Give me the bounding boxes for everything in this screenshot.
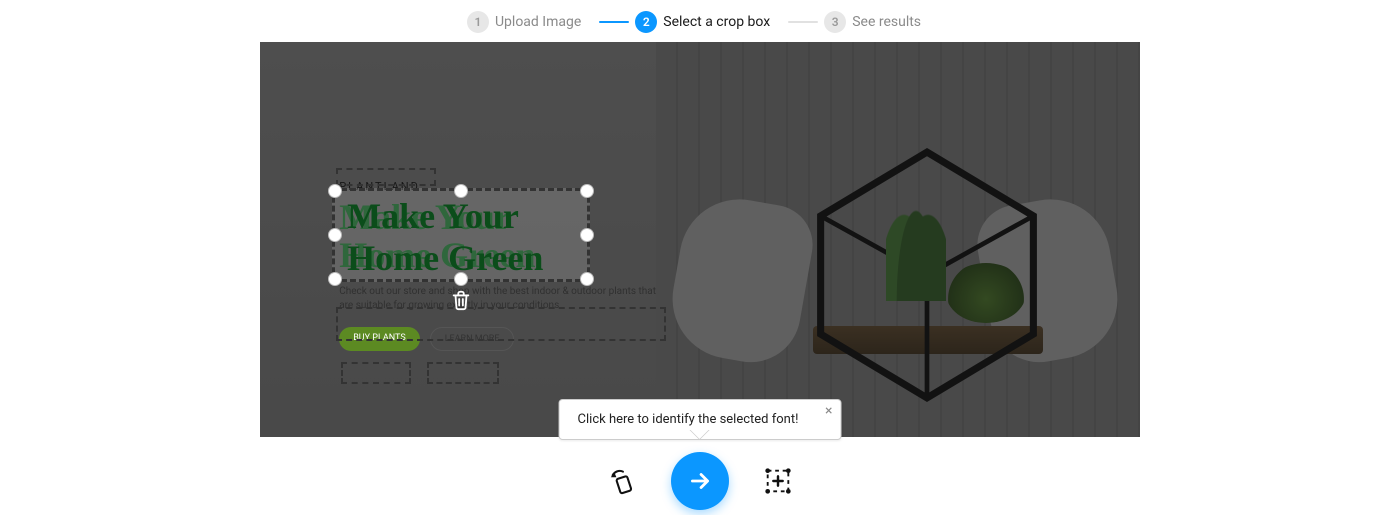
arrow-right-icon (687, 468, 713, 494)
crop-handle-w[interactable] (328, 228, 342, 242)
rotate-icon (607, 466, 637, 496)
text-detection-box[interactable] (336, 168, 436, 186)
tooltip-close-button[interactable]: × (825, 404, 832, 418)
action-bar (605, 452, 795, 510)
crop-text-line2: Home Green (347, 237, 543, 279)
step-2-label[interactable]: Select a crop box (663, 14, 770, 30)
tooltip-text: Click here to identify the selected font… (578, 412, 799, 427)
crop-canvas[interactable]: PLANTLAND Make Your Home Green Check out… (260, 42, 1140, 437)
text-detection-box[interactable] (427, 362, 499, 384)
trash-icon (450, 289, 472, 311)
add-selection-icon (763, 466, 793, 496)
stepper-connector (788, 21, 818, 23)
step-3-number: 3 (824, 11, 846, 33)
add-selection-button[interactable] (761, 464, 795, 498)
text-detection-box[interactable] (341, 362, 411, 384)
identify-font-button[interactable] (671, 452, 729, 510)
step-1-label[interactable]: Upload Image (495, 14, 581, 30)
stepper-connector (599, 21, 629, 23)
delete-selection-button[interactable] (448, 287, 474, 313)
crop-handle-nw[interactable] (328, 184, 342, 198)
stepper: 1 Upload Image 2 Select a crop box 3 See… (0, 0, 1400, 36)
crop-selection[interactable]: Make Your Home Green (332, 188, 590, 282)
text-detection-box[interactable] (336, 307, 666, 341)
step-3-label[interactable]: See results (852, 14, 921, 30)
step-2-number: 2 (635, 11, 657, 33)
uploaded-image: PLANTLAND Make Your Home Green Check out… (260, 42, 1140, 437)
crop-text-line1: Make Your (347, 195, 519, 237)
step-1-number: 1 (467, 11, 489, 33)
identify-tooltip: Click here to identify the selected font… (559, 399, 842, 440)
rotate-button[interactable] (605, 464, 639, 498)
